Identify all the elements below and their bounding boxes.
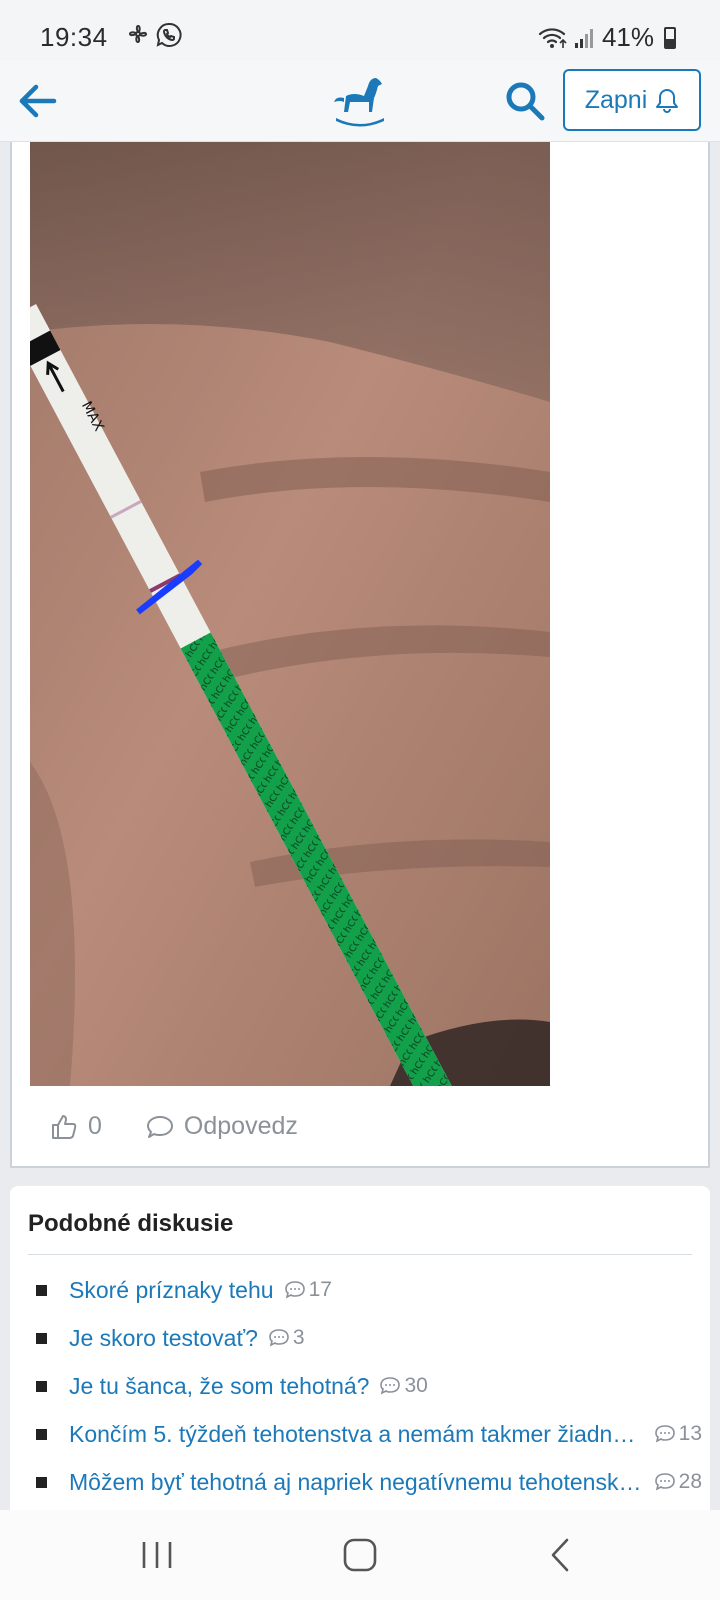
notify-label: Zapni [584, 85, 648, 114]
comment-count-value: 30 [404, 1374, 428, 1397]
like-button[interactable]: 0 [50, 1112, 102, 1141]
reply-button[interactable]: Odpovedz [146, 1112, 298, 1141]
bullet [36, 1284, 47, 1296]
similar-title: Podobné diskusie [28, 1210, 234, 1237]
notify-button[interactable]: Zapni [563, 69, 701, 131]
status-right: 41% [538, 22, 676, 53]
similar-item-link[interactable]: Skoré príznaky tehu [69, 1277, 274, 1304]
similar-item-link[interactable]: Je tu šanca, že som tehotná? [69, 1373, 369, 1400]
similar-item[interactable]: Je tu šanca, že som tehotná? 30 [36, 1362, 702, 1410]
comment-icon [380, 1377, 401, 1395]
comment-count: 17 [284, 1278, 332, 1302]
comment-icon [284, 1281, 305, 1299]
signal-icon [574, 28, 593, 48]
fan-icon [129, 25, 147, 43]
back-icon[interactable] [535, 1532, 585, 1578]
bullet [36, 1428, 47, 1440]
comment-count: 13 [654, 1422, 702, 1446]
search-icon[interactable] [502, 78, 548, 124]
similar-item[interactable]: Končím 5. týždeň tehotenstva a nemám tak… [36, 1410, 702, 1458]
app-header: Zapni [0, 60, 720, 142]
comment-count: 30 [379, 1374, 428, 1398]
similar-item[interactable]: Je skoro testovať? 3 [36, 1314, 702, 1362]
system-nav-bar [0, 1510, 720, 1600]
comment-icon [654, 1425, 675, 1443]
status-time: 19:34 [40, 22, 108, 52]
bell-icon [656, 89, 679, 113]
battery-icon [664, 26, 676, 49]
similar-item-link[interactable]: Môžem byť tehotná aj napriek negatívnemu… [69, 1469, 644, 1496]
recents-icon[interactable] [132, 1532, 182, 1578]
battery-percent: 41% [601, 22, 654, 52]
phone-chat-icon [156, 22, 182, 47]
comment-count-value: 17 [308, 1278, 332, 1301]
similar-list: Skoré príznaky tehu 17 Je skoro testovať? 3… [36, 1266, 702, 1506]
bullet [36, 1380, 47, 1392]
status-bar: 19:34 41% [0, 0, 720, 60]
post-photo[interactable]: hCG hCG MAX [30, 142, 550, 1086]
back-arrow-icon[interactable] [16, 79, 60, 123]
home-icon[interactable] [335, 1532, 385, 1578]
similar-item[interactable]: Môžem byť tehotná aj napriek negatívnemu… [36, 1458, 702, 1506]
comment-count-value: 28 [678, 1470, 702, 1493]
reply-label: Odpovedz [183, 1112, 298, 1140]
bullet [36, 1476, 47, 1488]
comment-icon [146, 1115, 173, 1138]
bullet [36, 1332, 47, 1344]
similar-item-link[interactable]: Končím 5. týždeň tehotenstva a nemám tak… [69, 1421, 644, 1448]
similar-item[interactable]: Skoré príznaky tehu 17 [36, 1266, 702, 1314]
comment-count: 28 [654, 1470, 702, 1494]
similar-discussions: Podobné diskusie Skoré príznaky tehu 17 Je… [10, 1186, 710, 1516]
comment-count: 3 [268, 1326, 305, 1350]
comment-count-value: 13 [678, 1422, 702, 1445]
status-notification-icons [126, 22, 182, 48]
post-card: hCG hCG MAX 0 Odpovedz [10, 142, 710, 1168]
comment-icon [269, 1329, 289, 1347]
post-actions: 0 Odpovedz [50, 1112, 298, 1141]
divider [28, 1254, 692, 1255]
similar-item-link[interactable]: Je skoro testovať? [69, 1325, 258, 1352]
wifi-icon [538, 27, 567, 48]
like-count: 0 [88, 1112, 102, 1140]
comment-icon [654, 1473, 675, 1491]
thumbs-up-icon [52, 1114, 77, 1139]
comment-count-value: 3 [292, 1326, 305, 1349]
rocking-horse-logo[interactable] [330, 74, 390, 128]
